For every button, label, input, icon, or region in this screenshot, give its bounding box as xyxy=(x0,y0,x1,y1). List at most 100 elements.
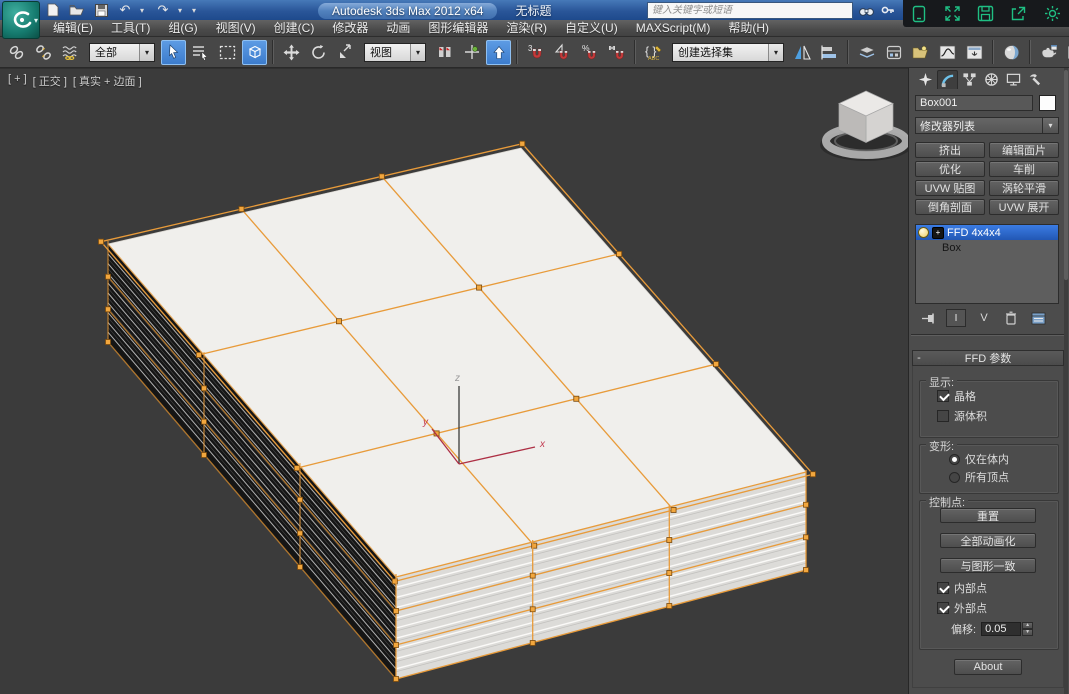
fullscreen-icon[interactable] xyxy=(944,5,961,22)
menu-animation[interactable]: 动画 xyxy=(377,20,419,36)
offset-spinner-up-icon[interactable]: ▲ xyxy=(1022,622,1033,629)
configure-modifier-sets-button[interactable] xyxy=(1029,310,1047,326)
reset-button[interactable]: 重置 xyxy=(940,508,1036,523)
select-by-name-button[interactable] xyxy=(188,40,213,65)
tab-create[interactable] xyxy=(915,70,936,89)
inside-points-checkbox[interactable] xyxy=(937,582,949,594)
render-setup-button[interactable] xyxy=(1036,40,1061,65)
angle-snap-toggle-button[interactable] xyxy=(550,40,575,65)
new-scene-button[interactable] xyxy=(44,2,62,18)
extrude-button[interactable]: 挤出 xyxy=(915,142,985,158)
device-icon[interactable] xyxy=(911,5,927,23)
offset-spinner-down-icon[interactable]: ▼ xyxy=(1022,629,1033,636)
share-icon[interactable] xyxy=(1010,5,1027,22)
offset-value[interactable]: 0.05 xyxy=(981,622,1021,636)
menu-group[interactable]: 组(G) xyxy=(159,20,206,36)
stack-item-box[interactable]: Box xyxy=(916,240,1058,255)
select-and-move-button[interactable] xyxy=(279,40,304,65)
tab-modify[interactable] xyxy=(937,70,958,89)
menu-views[interactable]: 视图(V) xyxy=(207,20,265,36)
modifier-expand-icon[interactable]: + xyxy=(932,227,944,239)
select-and-manipulate-button[interactable] xyxy=(459,40,484,65)
lattice-checkbox[interactable] xyxy=(937,390,949,402)
ffd-parameters-rollout-header[interactable]: - FFD 参数 xyxy=(912,350,1064,366)
tab-utilities[interactable] xyxy=(1025,70,1046,89)
spinner-snap-toggle-button[interactable] xyxy=(604,40,629,65)
object-color-swatch[interactable] xyxy=(1039,95,1056,111)
search-binoculars-icon[interactable] xyxy=(857,3,875,19)
named-selection-set-caret-icon[interactable]: ▾ xyxy=(768,44,783,61)
uvw-map-button[interactable]: UVW 贴图 xyxy=(915,180,985,196)
tab-motion[interactable] xyxy=(981,70,1002,89)
align-button[interactable] xyxy=(817,40,842,65)
redo-button[interactable]: ↷ xyxy=(154,2,172,18)
rectangular-selection-region-button[interactable] xyxy=(215,40,240,65)
object-name-field[interactable] xyxy=(915,95,1033,111)
menu-maxscript[interactable]: MAXScript(M) xyxy=(627,20,720,36)
reference-coordinate-dropdown[interactable]: 视图 ▾ xyxy=(364,43,426,62)
rendered-frame-window-button[interactable] xyxy=(1063,40,1069,65)
edit-patch-button[interactable]: 编辑面片 xyxy=(989,142,1059,158)
menu-help[interactable]: 帮助(H) xyxy=(719,20,778,36)
menu-edit[interactable]: 编辑(E) xyxy=(44,20,102,36)
menu-tools[interactable]: 工具(T) xyxy=(102,20,159,36)
box-object[interactable] xyxy=(108,148,806,679)
menu-customize[interactable]: 自定义(U) xyxy=(556,20,627,36)
menu-graph-editors[interactable]: 图形编辑器 xyxy=(419,20,497,36)
redo-dropdown-caret[interactable]: ▾ xyxy=(178,6,186,15)
viewport-menu-pov[interactable]: [ 正交 ] xyxy=(33,73,67,89)
show-end-result-button[interactable]: I xyxy=(946,309,966,327)
keyboard-shortcut-override-button[interactable] xyxy=(486,40,511,65)
open-file-button[interactable] xyxy=(68,2,86,18)
outside-points-checkbox[interactable] xyxy=(937,602,949,614)
selection-filter-caret-icon[interactable]: ▾ xyxy=(139,44,154,61)
communication-center-key-icon[interactable] xyxy=(879,3,897,19)
layer-manager-button[interactable] xyxy=(854,40,879,65)
material-editor-button[interactable] xyxy=(999,40,1024,65)
use-pivot-point-center-button[interactable] xyxy=(432,40,457,65)
menu-create[interactable]: 创建(C) xyxy=(265,20,324,36)
conform-to-shape-button[interactable]: 与图形一致 xyxy=(940,558,1036,573)
source-volume-checkbox[interactable] xyxy=(937,410,949,422)
snaps-toggle-button[interactable]: 3 xyxy=(523,40,548,65)
about-button[interactable]: About xyxy=(954,659,1022,675)
optimize-button[interactable]: 优化 xyxy=(915,161,985,177)
modifier-enabled-bulb-icon[interactable] xyxy=(918,227,929,238)
stack-item-ffd[interactable]: + FFD 4x4x4 xyxy=(916,225,1058,240)
quick-access-customize-caret[interactable]: ▾ xyxy=(192,6,200,15)
menu-modifiers[interactable]: 修改器 xyxy=(323,20,377,36)
save-file-button[interactable] xyxy=(92,2,110,18)
settings-gear-icon[interactable] xyxy=(1044,5,1061,22)
bind-to-space-warp-button[interactable] xyxy=(58,40,83,65)
viewport-menu-general[interactable]: [ + ] xyxy=(8,73,27,89)
select-and-rotate-button[interactable] xyxy=(306,40,331,65)
scene-explorer-button[interactable] xyxy=(908,40,933,65)
viewcube[interactable] xyxy=(820,91,912,161)
reference-coordinate-caret-icon[interactable]: ▾ xyxy=(410,44,425,61)
unlink-selection-button[interactable] xyxy=(31,40,56,65)
animate-all-button[interactable]: 全部动画化 xyxy=(940,533,1036,548)
tab-hierarchy[interactable] xyxy=(959,70,980,89)
undo-dropdown-caret[interactable]: ▾ xyxy=(140,6,148,15)
application-menu-button[interactable]: ▾ xyxy=(2,1,40,39)
curve-editor-button[interactable] xyxy=(935,40,960,65)
only-in-volume-radio[interactable] xyxy=(949,454,960,465)
select-object-button[interactable] xyxy=(161,40,186,65)
modifier-list-dropdown[interactable]: 修改器列表 ▾ xyxy=(915,117,1059,134)
viewport[interactable]: [ + ] [ 正交 ] [ 真实 + 边面 ] xyxy=(0,68,908,694)
select-and-link-button[interactable] xyxy=(4,40,29,65)
modifier-list-caret-icon[interactable]: ▾ xyxy=(1042,118,1058,133)
window-crossing-toggle-button[interactable] xyxy=(242,40,267,65)
panel-scrollbar-thumb[interactable] xyxy=(1064,70,1068,280)
edit-named-selection-sets-button[interactable]: { }ABC xyxy=(641,40,666,65)
schematic-view-button[interactable] xyxy=(962,40,987,65)
all-vertices-radio[interactable] xyxy=(949,472,960,483)
pin-stack-button[interactable] xyxy=(919,310,937,326)
lathe-button[interactable]: 车削 xyxy=(989,161,1059,177)
save-capture-icon[interactable] xyxy=(977,5,994,22)
search-input[interactable] xyxy=(647,2,853,19)
named-selection-set-dropdown[interactable]: 创建选择集 ▾ xyxy=(672,43,784,62)
remove-modifier-button[interactable] xyxy=(1002,310,1020,326)
panel-scrollbar[interactable] xyxy=(1064,68,1068,694)
viewport-menu-shading[interactable]: [ 真实 + 边面 ] xyxy=(73,73,142,89)
